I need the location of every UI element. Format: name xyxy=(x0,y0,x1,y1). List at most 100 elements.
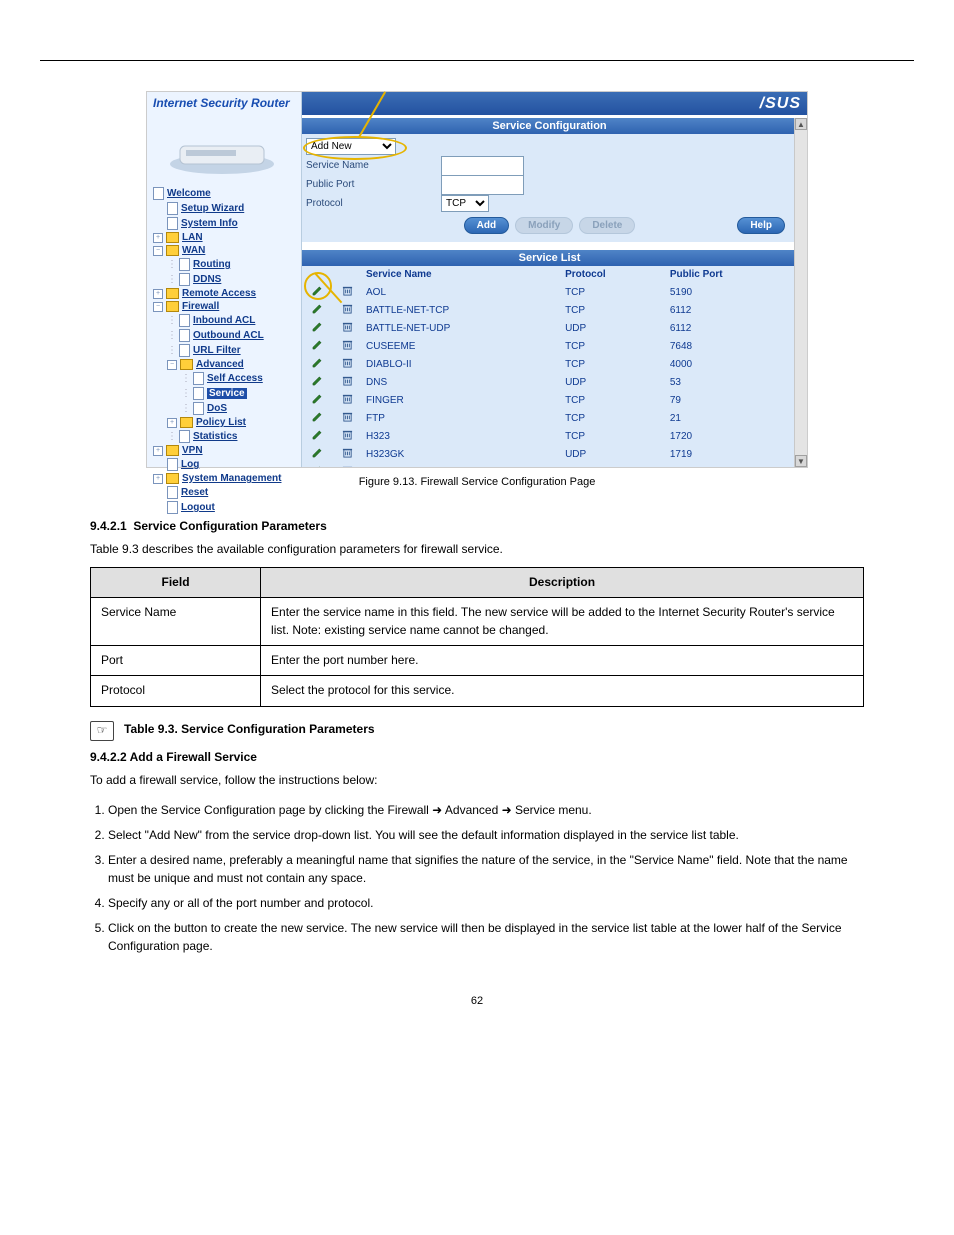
cell-field: Port xyxy=(91,645,261,675)
tree-logout[interactable]: Logout xyxy=(181,502,215,513)
list-item: Select "Add New" from the service drop-d… xyxy=(108,827,864,844)
tree-inbound-acl[interactable]: Inbound ACL xyxy=(193,315,255,326)
delete-icon[interactable] xyxy=(342,321,353,332)
tree-sys-mgmt[interactable]: System Management xyxy=(182,473,281,484)
edit-icon[interactable] xyxy=(312,429,323,440)
edit-icon[interactable] xyxy=(312,465,323,467)
edit-icon[interactable] xyxy=(312,375,323,386)
cell-service-name: AOL xyxy=(362,283,561,301)
main-panel: Service Configuration Add New Service Na… xyxy=(302,118,797,467)
scroll-up-icon[interactable]: ▲ xyxy=(795,118,807,130)
table-row: HTTPTCP80 xyxy=(302,463,797,467)
edit-icon[interactable] xyxy=(312,321,323,332)
tree-service[interactable]: Service xyxy=(207,388,247,399)
expand-icon[interactable]: + xyxy=(153,446,163,456)
tree-policy-list[interactable]: Policy List xyxy=(196,417,246,428)
cell-protocol: TCP xyxy=(561,427,666,445)
annotation-ellipse xyxy=(303,136,407,160)
cell-service-name: H323GK xyxy=(362,445,561,463)
cell-service-name: FTP xyxy=(362,409,561,427)
edit-icon[interactable] xyxy=(312,303,323,314)
tree-vpn[interactable]: VPN xyxy=(182,445,203,456)
list-item: Click on the button to create the new se… xyxy=(108,920,864,955)
edit-icon[interactable] xyxy=(312,357,323,368)
table-row: PortEnter the port number here. xyxy=(91,645,864,675)
delete-icon[interactable] xyxy=(342,357,353,368)
delete-icon[interactable] xyxy=(342,447,353,458)
cell-public-port: 7648 xyxy=(666,337,797,355)
table-row: CUSEEMETCP7648 xyxy=(302,337,797,355)
delete-icon[interactable] xyxy=(342,303,353,314)
scroll-down-icon[interactable]: ▼ xyxy=(795,455,807,467)
cell-desc: Select the protocol for this service. xyxy=(261,676,864,706)
list-item: Specify any or all of the port number an… xyxy=(108,895,864,912)
collapse-icon[interactable]: − xyxy=(167,360,177,370)
edit-icon[interactable] xyxy=(312,339,323,350)
tree-setup-wizard[interactable]: Setup Wizard xyxy=(181,203,244,214)
tree-remote-access[interactable]: Remote Access xyxy=(182,288,256,299)
list-item: Open the Service Configuration page by c… xyxy=(108,802,864,819)
cell-field: Protocol xyxy=(91,676,261,706)
tree-lan[interactable]: LAN xyxy=(182,232,203,243)
delete-icon[interactable] xyxy=(342,411,353,422)
expand-icon[interactable]: + xyxy=(153,474,163,484)
sidebar-title: Internet Security Router xyxy=(147,92,301,112)
col-service-name: Service Name xyxy=(362,266,561,283)
brand-logo-text: /SUS xyxy=(760,95,801,113)
pointer-icon: ☞ xyxy=(90,721,114,741)
delete-icon[interactable] xyxy=(342,429,353,440)
cell-public-port: 6112 xyxy=(666,301,797,319)
expand-icon[interactable]: + xyxy=(153,233,163,243)
table-row: H323TCP1720 xyxy=(302,427,797,445)
delete-icon[interactable] xyxy=(342,465,353,467)
delete-button: Delete xyxy=(579,217,635,234)
collapse-icon[interactable]: − xyxy=(153,302,163,312)
delete-icon[interactable] xyxy=(342,339,353,350)
delete-icon[interactable] xyxy=(342,285,353,296)
tree-ddns[interactable]: DDNS xyxy=(193,274,221,285)
tree-welcome[interactable]: Welcome xyxy=(167,188,211,199)
tree-statistics[interactable]: Statistics xyxy=(193,431,237,442)
cell-service-name: DNS xyxy=(362,373,561,391)
add-button[interactable]: Add xyxy=(464,217,509,234)
delete-icon[interactable] xyxy=(342,375,353,386)
service-name-input[interactable] xyxy=(441,156,524,176)
protocol-select[interactable]: TCP xyxy=(441,195,489,212)
scrollbar[interactable]: ▲ ▼ xyxy=(794,118,807,467)
expand-icon[interactable]: + xyxy=(167,418,177,428)
tree-routing[interactable]: Routing xyxy=(193,259,231,270)
table-row: DIABLO-IITCP4000 xyxy=(302,355,797,373)
edit-icon[interactable] xyxy=(312,447,323,458)
expand-icon[interactable]: + xyxy=(153,289,163,299)
section-title: Service Configuration Parameters xyxy=(133,519,326,533)
tree-log[interactable]: Log xyxy=(181,459,199,470)
modify-button: Modify xyxy=(515,217,573,234)
tree-dos[interactable]: DoS xyxy=(207,403,227,414)
delete-icon[interactable] xyxy=(342,393,353,404)
cell-service-name: HTTP xyxy=(362,463,561,467)
table-lead: Table 9.3 describes the available config… xyxy=(90,541,864,558)
table-caption: Table 9.3. Service Configuration Paramet… xyxy=(124,721,375,738)
sidebar: Internet Security Router Welcome Setup W… xyxy=(147,92,302,467)
col-protocol: Protocol xyxy=(561,266,666,283)
tree-reset[interactable]: Reset xyxy=(181,487,208,498)
tree-firewall[interactable]: Firewall xyxy=(182,301,219,312)
cell-desc: Enter the service name in this field. Th… xyxy=(261,598,864,646)
table-row: ProtocolSelect the protocol for this ser… xyxy=(91,676,864,706)
collapse-icon[interactable]: − xyxy=(153,246,163,256)
tree-system-info[interactable]: System Info xyxy=(181,218,238,229)
edit-icon[interactable] xyxy=(312,393,323,404)
col-public-port: Public Port xyxy=(666,266,797,283)
help-button[interactable]: Help xyxy=(737,217,785,234)
table-row: FTPTCP21 xyxy=(302,409,797,427)
tree-wan[interactable]: WAN xyxy=(182,245,205,256)
edit-icon[interactable] xyxy=(312,411,323,422)
tree-outbound-acl[interactable]: Outbound ACL xyxy=(193,330,264,341)
tree-advanced[interactable]: Advanced xyxy=(196,359,244,370)
figure-caption: Figure 9.13. Firewall Service Configurat… xyxy=(0,476,954,488)
cell-protocol: TCP xyxy=(561,301,666,319)
tree-self-access[interactable]: Self Access xyxy=(207,373,263,384)
table-row: Service NameEnter the service name in th… xyxy=(91,598,864,646)
tree-url-filter[interactable]: URL Filter xyxy=(193,345,241,356)
public-port-input[interactable] xyxy=(441,175,524,195)
